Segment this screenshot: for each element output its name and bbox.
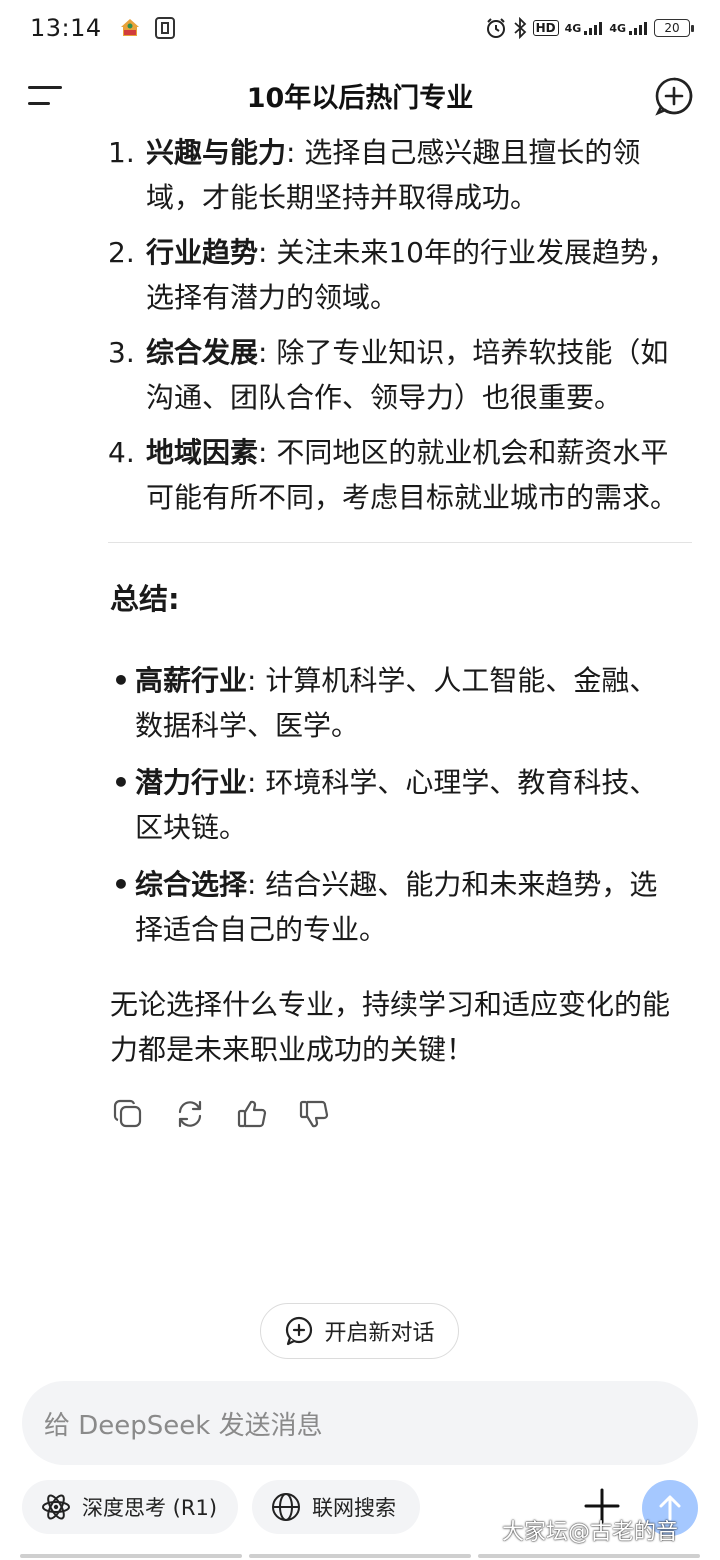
- chat-plus-icon: [655, 77, 693, 116]
- bullet-icon: •: [112, 868, 130, 901]
- status-bar: 13:14 HD 4G 4G 20: [0, 0, 720, 56]
- web-search-label: 联网搜索: [312, 1496, 396, 1520]
- refresh-icon: [178, 1100, 202, 1128]
- bullet-icon: •: [112, 766, 130, 799]
- new-chat-label: 开启新对话: [324, 1321, 435, 1346]
- list-item: 1. 兴趣与能力: 选择自己感兴趣且擅长的领域，才能长期坚持并取得成功。: [0, 130, 720, 220]
- bullet-icon: •: [112, 664, 130, 697]
- list-number: 3.: [108, 336, 135, 369]
- list-item: 4. 地域因素: 不同地区的就业机会和薪资水平可能有所不同，考虑目标就业城市的需…: [0, 430, 720, 520]
- list-item: • 潜力行业: 环境科学、心理学、教育科技、区块链。: [0, 760, 720, 850]
- menu-icon: [28, 86, 62, 105]
- thumbs-down-icon: [299, 1100, 329, 1128]
- app-notification-icon: [118, 16, 142, 40]
- list-item-label: 高薪行业: [135, 664, 248, 697]
- status-notification-icons: [118, 16, 176, 40]
- page-title: 10年以后热门专业: [246, 82, 474, 114]
- summary-heading: 总结:: [110, 582, 180, 616]
- list-item-label: 潜力行业: [135, 766, 248, 799]
- message-actions: [112, 1098, 720, 1130]
- list-number: 4.: [108, 436, 135, 469]
- status-time: 13:14: [30, 14, 102, 42]
- status-right-icons: HD 4G 4G 20: [485, 17, 694, 39]
- battery-icon: 20: [654, 19, 694, 37]
- list-number: 2.: [108, 236, 135, 269]
- copy-icon: [113, 1099, 142, 1128]
- thumbs-up-icon: [237, 1100, 267, 1128]
- list-item-label: 兴趣与能力: [146, 136, 287, 169]
- globe-icon: [272, 1493, 300, 1521]
- watermark: 大家坛@古老的音: [502, 1520, 679, 1545]
- section-divider: [108, 542, 692, 543]
- factors-list: 1. 兴趣与能力: 选择自己感兴趣且擅长的领域，才能长期坚持并取得成功。 2. …: [0, 130, 720, 520]
- dislike-button[interactable]: [298, 1098, 330, 1130]
- alarm-icon: [485, 17, 507, 39]
- closing-paragraph: 无论选择什么专业，持续学习和适应变化的能力都是未来职业成功的关键！: [110, 988, 671, 1066]
- system-nav-indicator: [0, 1552, 720, 1560]
- chat-plus-icon: [286, 1316, 313, 1346]
- hd-icon: HD: [532, 20, 559, 36]
- deep-think-toggle[interactable]: 深度思考 (R1): [22, 1480, 238, 1534]
- list-item: • 高薪行业: 计算机科学、人工智能、金融、数据科学、医学。: [0, 658, 720, 748]
- bluetooth-icon: [513, 17, 527, 39]
- summary-list: • 高薪行业: 计算机科学、人工智能、金融、数据科学、医学。 • 潜力行业: 环…: [0, 658, 720, 952]
- message-input[interactable]: 给 DeepSeek 发送消息: [22, 1381, 698, 1465]
- signal-4g-2-icon: 4G: [609, 20, 648, 36]
- document-notification-icon: [154, 16, 176, 40]
- new-chat-header-button[interactable]: [654, 76, 694, 116]
- web-search-toggle[interactable]: 联网搜索: [252, 1480, 420, 1534]
- list-item-label: 行业趋势: [146, 236, 259, 269]
- regenerate-button[interactable]: [174, 1098, 206, 1130]
- message-content: 1. 兴趣与能力: 选择自己感兴趣且擅长的领域，才能长期坚持并取得成功。 2. …: [0, 130, 720, 1130]
- chat-header: 10年以后热门专业: [0, 60, 720, 130]
- list-item: • 综合选择: 结合兴趣、能力和未来趋势，选择适合自己的专业。: [0, 862, 720, 952]
- copy-button[interactable]: [112, 1098, 144, 1130]
- list-item-label: 地域因素: [146, 436, 259, 469]
- menu-button[interactable]: [28, 82, 64, 110]
- input-placeholder: 给 DeepSeek 发送消息: [44, 1410, 323, 1441]
- deep-think-label: 深度思考 (R1): [82, 1496, 218, 1520]
- list-item-label: 综合选择: [135, 868, 248, 901]
- list-item: 3. 综合发展: 除了专业知识，培养软技能（如沟通、团队合作、领导力）也很重要。: [0, 330, 720, 420]
- signal-4g-1-icon: 4G: [565, 20, 604, 36]
- list-item-label: 综合发展: [146, 336, 259, 369]
- atom-icon: [42, 1494, 70, 1520]
- list-item: 2. 行业趋势: 关注未来10年的行业发展趋势，选择有潜力的领域。: [0, 230, 720, 320]
- new-chat-button[interactable]: 开启新对话: [260, 1303, 459, 1359]
- like-button[interactable]: [236, 1098, 268, 1130]
- list-number: 1.: [108, 136, 135, 169]
